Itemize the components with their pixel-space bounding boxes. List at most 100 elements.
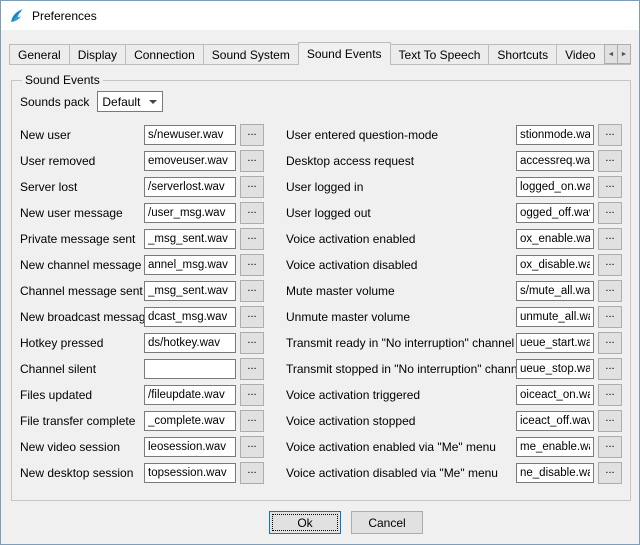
voice-activation-disabled-via-me-menu-label: Voice activation disabled via "Me" menu	[286, 466, 516, 480]
channel-silent-input[interactable]	[144, 359, 236, 379]
sound-event-row: Private message sent...	[20, 226, 264, 252]
new-channel-message-label: New channel message	[20, 258, 144, 272]
new-broadcast-message-input[interactable]	[144, 307, 236, 327]
file-transfer-complete-input[interactable]	[144, 411, 236, 431]
transmit-ready-in-no-interruption-channel-input[interactable]	[516, 333, 594, 353]
mute-master-volume-input[interactable]	[516, 281, 594, 301]
new-broadcast-message-browse-button[interactable]: ...	[240, 306, 264, 328]
sounds-pack-select[interactable]: Default	[97, 91, 163, 112]
tab-scroll-right-icon[interactable]: ►	[617, 44, 631, 64]
voice-activation-disabled-browse-button[interactable]: ...	[598, 254, 622, 276]
ok-button[interactable]: Ok	[269, 511, 341, 534]
new-desktop-session-input[interactable]	[144, 463, 236, 483]
tab-sound-system[interactable]: Sound System	[203, 44, 299, 64]
server-lost-input[interactable]	[144, 177, 236, 197]
chevron-down-icon	[149, 100, 157, 104]
voice-activation-enabled-label: Voice activation enabled	[286, 232, 516, 246]
transmit-stopped-in-no-interruption-channel-browse-button[interactable]: ...	[598, 358, 622, 380]
files-updated-browse-button[interactable]: ...	[240, 384, 264, 406]
sound-event-row: Files updated...	[20, 382, 264, 408]
tab-shortcuts[interactable]: Shortcuts	[488, 44, 557, 64]
user-logged-out-input[interactable]	[516, 203, 594, 223]
desktop-access-request-browse-button[interactable]: ...	[598, 150, 622, 172]
voice-activation-triggered-input[interactable]	[516, 385, 594, 405]
unmute-master-volume-input[interactable]	[516, 307, 594, 327]
dialog-button-row: Ok Cancel	[11, 511, 629, 534]
file-transfer-complete-browse-button[interactable]: ...	[240, 410, 264, 432]
hotkey-pressed-label: Hotkey pressed	[20, 336, 144, 350]
hotkey-pressed-browse-button[interactable]: ...	[240, 332, 264, 354]
files-updated-input[interactable]	[144, 385, 236, 405]
new-video-session-input[interactable]	[144, 437, 236, 457]
new-desktop-session-label: New desktop session	[20, 466, 144, 480]
voice-activation-stopped-label: Voice activation stopped	[286, 414, 516, 428]
app-icon	[9, 8, 25, 24]
tab-sound-events[interactable]: Sound Events	[298, 42, 391, 65]
sound-event-row: New channel message...	[20, 252, 264, 278]
voice-activation-enabled-via-me-menu-input[interactable]	[516, 437, 594, 457]
hotkey-pressed-input[interactable]	[144, 333, 236, 353]
new-user-message-browse-button[interactable]: ...	[240, 202, 264, 224]
sound-event-row: Voice activation stopped...	[286, 408, 622, 434]
cancel-button[interactable]: Cancel	[351, 511, 423, 534]
user-removed-browse-button[interactable]: ...	[240, 150, 264, 172]
new-user-message-input[interactable]	[144, 203, 236, 223]
mute-master-volume-browse-button[interactable]: ...	[598, 280, 622, 302]
user-logged-in-label: User logged in	[286, 180, 516, 194]
voice-activation-disabled-input[interactable]	[516, 255, 594, 275]
sound-event-row: Voice activation enabled via "Me" menu..…	[286, 434, 622, 460]
title-bar[interactable]: Preferences	[1, 1, 639, 30]
user-logged-in-input[interactable]	[516, 177, 594, 197]
tab-scroll-left-icon[interactable]: ◄	[604, 44, 618, 64]
user-entered-question-mode-browse-button[interactable]: ...	[598, 124, 622, 146]
sound-event-row: Server lost...	[20, 174, 264, 200]
user-logged-in-browse-button[interactable]: ...	[598, 176, 622, 198]
user-logged-out-browse-button[interactable]: ...	[598, 202, 622, 224]
sound-events-group: Sound Events Sounds pack Default New use…	[11, 73, 631, 501]
transmit-stopped-in-no-interruption-channel-input[interactable]	[516, 359, 594, 379]
channel-message-sent-browse-button[interactable]: ...	[240, 280, 264, 302]
new-video-session-label: New video session	[20, 440, 144, 454]
channel-silent-browse-button[interactable]: ...	[240, 358, 264, 380]
tab-connection[interactable]: Connection	[125, 44, 204, 64]
voice-activation-triggered-browse-button[interactable]: ...	[598, 384, 622, 406]
sound-event-row: Unmute master volume...	[286, 304, 622, 330]
sound-event-row: File transfer complete...	[20, 408, 264, 434]
tab-display[interactable]: Display	[69, 44, 126, 64]
sound-event-row: New user...	[20, 122, 264, 148]
window-title: Preferences	[32, 9, 97, 23]
channel-message-sent-input[interactable]	[144, 281, 236, 301]
new-user-input[interactable]	[144, 125, 236, 145]
user-entered-question-mode-input[interactable]	[516, 125, 594, 145]
unmute-master-volume-label: Unmute master volume	[286, 310, 516, 324]
sound-event-row: Voice activation disabled...	[286, 252, 622, 278]
private-message-sent-input[interactable]	[144, 229, 236, 249]
private-message-sent-browse-button[interactable]: ...	[240, 228, 264, 250]
new-channel-message-browse-button[interactable]: ...	[240, 254, 264, 276]
tab-video[interactable]: Video	[556, 44, 604, 64]
voice-activation-disabled-via-me-menu-input[interactable]	[516, 463, 594, 483]
voice-activation-enabled-via-me-menu-browse-button[interactable]: ...	[598, 436, 622, 458]
files-updated-label: Files updated	[20, 388, 144, 402]
new-video-session-browse-button[interactable]: ...	[240, 436, 264, 458]
channel-silent-label: Channel silent	[20, 362, 144, 376]
new-desktop-session-browse-button[interactable]: ...	[240, 462, 264, 484]
user-removed-input[interactable]	[144, 151, 236, 171]
sound-event-row: User logged out...	[286, 200, 622, 226]
sound-event-row: Channel message sent...	[20, 278, 264, 304]
voice-activation-disabled-via-me-menu-browse-button[interactable]: ...	[598, 462, 622, 484]
desktop-access-request-input[interactable]	[516, 151, 594, 171]
mute-master-volume-label: Mute master volume	[286, 284, 516, 298]
voice-activation-stopped-browse-button[interactable]: ...	[598, 410, 622, 432]
unmute-master-volume-browse-button[interactable]: ...	[598, 306, 622, 328]
new-user-browse-button[interactable]: ...	[240, 124, 264, 146]
voice-activation-enabled-browse-button[interactable]: ...	[598, 228, 622, 250]
tab-general[interactable]: General	[9, 44, 70, 64]
voice-activation-enabled-input[interactable]	[516, 229, 594, 249]
voice-activation-stopped-input[interactable]	[516, 411, 594, 431]
new-channel-message-input[interactable]	[144, 255, 236, 275]
new-user-label: New user	[20, 128, 144, 142]
tab-text-to-speech[interactable]: Text To Speech	[390, 44, 490, 64]
transmit-ready-in-no-interruption-channel-browse-button[interactable]: ...	[598, 332, 622, 354]
server-lost-browse-button[interactable]: ...	[240, 176, 264, 198]
